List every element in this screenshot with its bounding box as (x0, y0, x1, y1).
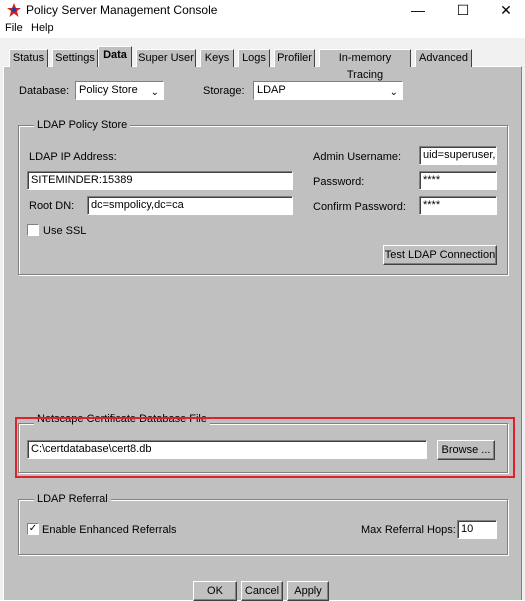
red-highlight-box (15, 417, 515, 478)
storage-select[interactable]: LDAP ⌄ (253, 81, 403, 100)
tab-data[interactable]: Data (98, 46, 132, 67)
database-select[interactable]: Policy Store ⌄ (75, 81, 164, 100)
menu-help[interactable]: Help (31, 22, 54, 34)
close-button[interactable]: ✕ (486, 0, 525, 20)
minimize-icon: — (411, 2, 425, 18)
tab-super-user[interactable]: Super User (136, 49, 196, 67)
close-icon: ✕ (500, 1, 512, 18)
maximize-button[interactable]: ☐ (443, 0, 483, 20)
tab-profiler[interactable]: Profiler (274, 49, 315, 67)
window-title: Policy Server Management Console (26, 3, 218, 17)
max-referral-hops-label: Max Referral Hops: (361, 524, 456, 536)
enhanced-referrals-checkbox[interactable]: ✓ (27, 523, 39, 535)
tab-logs[interactable]: Logs (238, 49, 270, 67)
ldap-ip-input[interactable]: SITEMINDER:15389 (27, 171, 293, 190)
use-ssl-checkbox[interactable] (27, 224, 39, 236)
cancel-button[interactable]: Cancel (241, 581, 283, 601)
database-value: Policy Store (79, 84, 138, 96)
database-label: Database: (19, 85, 70, 97)
admin-username-label: Admin Username: (313, 151, 402, 163)
apply-button[interactable]: Apply (287, 581, 329, 601)
root-dn-input[interactable]: dc=smpolicy,dc=ca (87, 196, 293, 215)
confirm-password-label: Confirm Password: (313, 201, 406, 213)
storage-label: Storage: (203, 85, 245, 97)
ldap-ip-label: LDAP IP Address: (29, 151, 117, 163)
menu-bar (0, 20, 525, 38)
password-input[interactable]: **** (419, 171, 497, 190)
password-label: Password: (313, 176, 365, 188)
tab-status[interactable]: Status (9, 49, 48, 67)
tab-settings[interactable]: Settings (52, 49, 98, 67)
enhanced-referrals-label: Enable Enhanced Referrals (42, 524, 177, 536)
confirm-password-input[interactable]: **** (419, 196, 497, 215)
admin-username-input[interactable]: uid=superuser,d (419, 146, 497, 165)
menu-file[interactable]: File (5, 22, 23, 34)
ldap-policy-store-title: LDAP Policy Store (34, 119, 131, 131)
ldap-referral-title: LDAP Referral (34, 493, 111, 505)
root-dn-label: Root DN: (29, 200, 75, 212)
maximize-icon: ☐ (456, 1, 470, 18)
max-referral-hops-input[interactable]: 10 (457, 520, 497, 539)
chevron-down-icon: ⌄ (150, 87, 159, 98)
chevron-down-icon: ⌄ (389, 87, 398, 98)
app-icon (7, 3, 21, 17)
use-ssl-label: Use SSL (43, 225, 87, 237)
tab-keys[interactable]: Keys (200, 49, 234, 67)
test-ldap-connection-button[interactable]: Test LDAP Connection (383, 245, 497, 265)
tab-advanced[interactable]: Advanced (415, 49, 472, 67)
minimize-button[interactable]: — (398, 0, 438, 20)
storage-value: LDAP (257, 84, 286, 96)
tab-in-memory-tracing[interactable]: In-memory Tracing (319, 49, 411, 81)
ok-button[interactable]: OK (193, 581, 237, 601)
